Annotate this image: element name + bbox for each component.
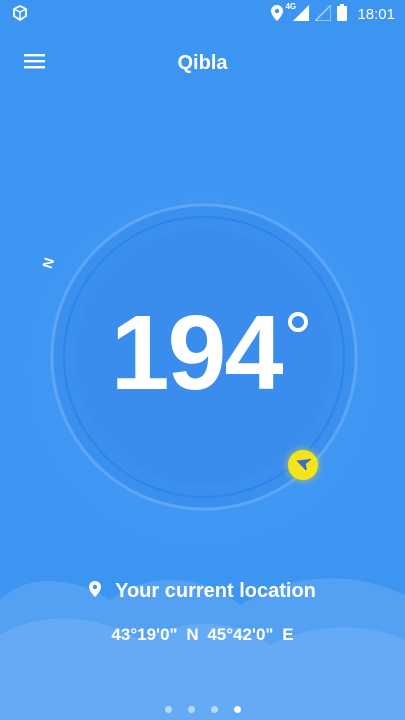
location-coordinates: 43°19'0" N 45°42'0" E — [111, 625, 294, 644]
page-title: Qibla — [177, 52, 228, 74]
app-bar: Qibla — [0, 40, 405, 88]
signal-4g-icon: 4G — [285, 2, 310, 24]
page-dot[interactable] — [164, 706, 172, 713]
battery-icon — [337, 4, 348, 24]
page-dot[interactable] — [187, 706, 195, 713]
qibla-direction-marker — [288, 450, 318, 480]
current-location-label: Your current location — [115, 580, 316, 602]
location-icon — [271, 4, 284, 24]
location-pin-icon — [89, 581, 102, 602]
current-location-row: Your current location — [0, 580, 405, 603]
signal-empty-icon — [313, 2, 333, 24]
app-notification-icon — [12, 4, 28, 24]
page-dot[interactable] — [210, 706, 218, 713]
network-type-label: 4G — [285, 1, 297, 11]
degree-symbol — [288, 312, 308, 332]
navigation-arrow-icon — [295, 456, 312, 475]
page-indicator — [0, 706, 405, 713]
status-bar: 4G 18:01 — [0, 0, 405, 26]
status-time: 18:01 — [357, 5, 395, 23]
page-dot-active[interactable] — [233, 706, 241, 713]
heading-degrees: 194 — [110, 294, 284, 412]
